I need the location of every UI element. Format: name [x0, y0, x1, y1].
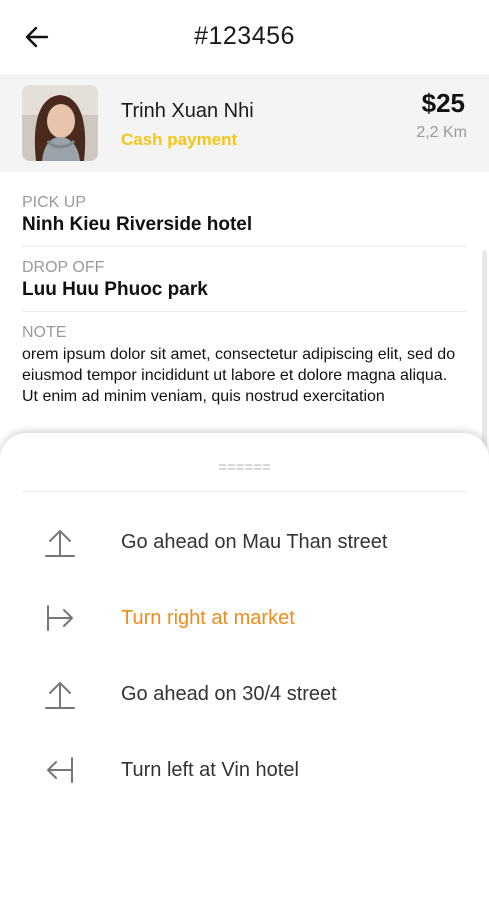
- step-text: Turn left at Vin hotel: [121, 759, 299, 781]
- pickup-section: PICK UP Ninh Kieu Riverside hotel: [22, 182, 467, 247]
- avatar: [22, 85, 98, 161]
- arrow-up-icon: [42, 525, 78, 559]
- step-text: Turn right at market: [121, 607, 295, 629]
- direction-step-active[interactable]: Turn right at market: [0, 593, 489, 643]
- note-text: orem ipsum dolor sit amet, consectetur a…: [22, 346, 456, 405]
- turn-left-icon: [42, 753, 78, 787]
- direction-step[interactable]: Go ahead on 30/4 street: [0, 669, 489, 719]
- sheet-handle[interactable]: ======: [0, 459, 489, 476]
- trip-details: PICK UP Ninh Kieu Riverside hotel DROP O…: [22, 182, 467, 407]
- payment-method: Cash payment: [121, 130, 238, 149]
- driver-name: Trinh Xuan Nhi: [121, 100, 254, 122]
- scrollbar[interactable]: [482, 250, 487, 450]
- dropoff-section: DROP OFF Luu Huu Phuoc park: [22, 247, 467, 312]
- trip-price: $25: [421, 88, 465, 118]
- driver-card: Trinh Xuan Nhi Cash payment $25 2,2 Km: [0, 74, 489, 172]
- arrow-up-icon: [42, 677, 78, 711]
- direction-step[interactable]: Go ahead on Mau Than street: [0, 517, 489, 567]
- trip-distance: 2,2 Km: [416, 124, 467, 141]
- pickup-label: PICK UP: [22, 194, 87, 211]
- pickup-value: Ninh Kieu Riverside hotel: [22, 214, 253, 235]
- note-section: NOTE orem ipsum dolor sit amet, consecte…: [22, 312, 467, 407]
- turn-right-icon: [42, 601, 78, 635]
- page-title: #123456: [194, 22, 295, 50]
- app-header: #123456: [0, 0, 489, 74]
- dropoff-label: DROP OFF: [22, 259, 105, 276]
- note-label: NOTE: [22, 324, 67, 341]
- divider: [22, 491, 467, 492]
- direction-step[interactable]: Turn left at Vin hotel: [0, 745, 489, 795]
- step-text: Go ahead on Mau Than street: [121, 531, 388, 553]
- directions-sheet: ====== Go ahead on Mau Than street Turn …: [0, 433, 489, 900]
- dropoff-value: Luu Huu Phuoc park: [22, 279, 208, 300]
- step-text: Go ahead on 30/4 street: [121, 683, 337, 705]
